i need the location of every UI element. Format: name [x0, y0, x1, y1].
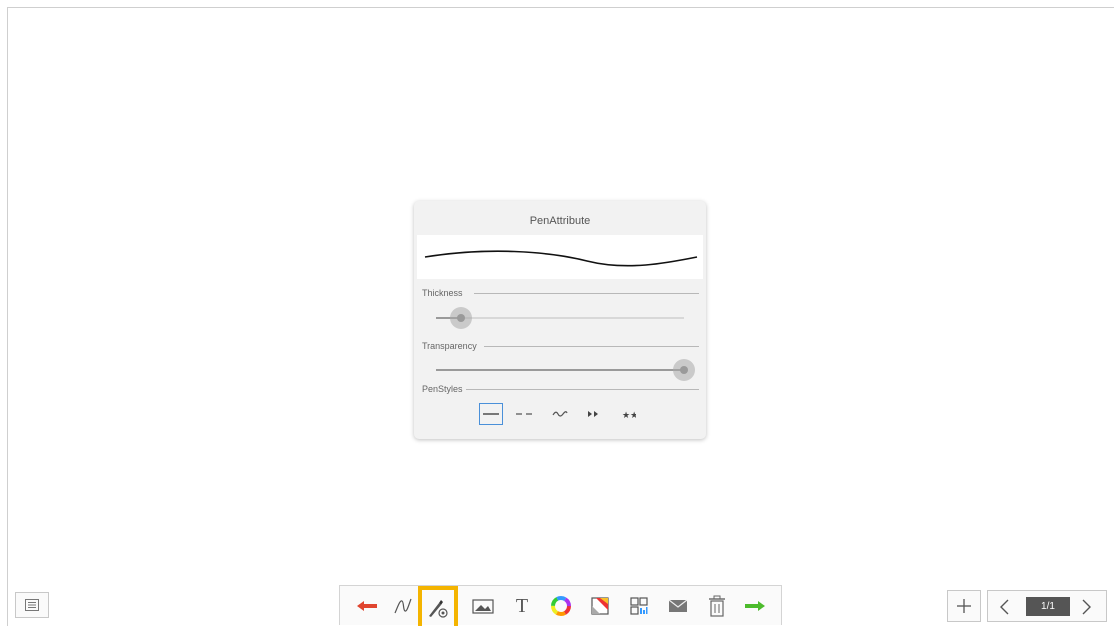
dialog-title: PenAttribute: [529, 215, 591, 227]
penstyles-label: PenStyles: [422, 384, 465, 394]
image-tool-button[interactable]: [468, 586, 498, 626]
dashed-line-icon: [516, 413, 534, 415]
pen-style-solid[interactable]: [479, 403, 503, 425]
bottom-toolbar: T: [339, 585, 782, 626]
transparency-slider[interactable]: [436, 359, 695, 381]
add-page-button[interactable]: [947, 590, 981, 622]
next-page-button[interactable]: [1078, 597, 1094, 617]
list-icon: [25, 599, 39, 611]
pen-style-star[interactable]: ★★: [617, 403, 641, 425]
undo-arrow-icon: [357, 601, 377, 611]
thickness-label: Thickness: [422, 288, 465, 298]
penstyles-divider: [466, 389, 699, 390]
qr-code-button[interactable]: [624, 586, 654, 626]
pen-style-dashed[interactable]: [513, 403, 537, 425]
menu-button[interactable]: [15, 592, 49, 618]
page-indicator: 1/1: [1026, 597, 1070, 616]
prev-page-button[interactable]: [997, 597, 1013, 617]
thickness-divider: [474, 293, 699, 294]
pen-settings-icon: [429, 600, 448, 618]
text-tool-button[interactable]: T: [507, 586, 537, 626]
chevron-right-icon: [1082, 599, 1091, 615]
undo-button[interactable]: [352, 586, 382, 626]
pen-style-wave[interactable]: [548, 403, 572, 425]
solid-line-icon: [483, 413, 499, 415]
color-tool-button[interactable]: [546, 586, 576, 626]
stroke-preview-line: [424, 250, 698, 267]
text-icon: T: [515, 594, 529, 617]
transparency-slider-fill: [436, 369, 684, 371]
thickness-slider[interactable]: [436, 307, 684, 329]
pen-style-arrow[interactable]: [582, 403, 606, 425]
pen-tool-button[interactable]: [388, 586, 418, 626]
stroke-preview: [417, 235, 703, 279]
wave-line-icon: [552, 411, 568, 417]
arrow-line-icon: [588, 411, 598, 417]
svg-text:★★: ★★: [622, 411, 636, 418]
mail-button[interactable]: [663, 586, 693, 626]
transparency-divider: [484, 346, 699, 347]
redo-arrow-icon: [745, 601, 765, 611]
plus-icon: [957, 599, 971, 613]
color-wheel-icon: [551, 596, 571, 616]
pen-attribute-dialog: PenAttribute Thickness Transparency PenS…: [414, 201, 706, 439]
qr-code-icon: [630, 597, 648, 615]
thickness-slider-knob[interactable]: [449, 307, 472, 329]
image-icon: [472, 599, 494, 614]
pen-icon: [394, 598, 412, 614]
mail-icon: [668, 599, 688, 612]
transparency-label: Transparency: [422, 341, 479, 351]
background-icon: [591, 597, 609, 615]
pen-settings-button[interactable]: [418, 586, 458, 626]
chevron-left-icon: [1000, 599, 1009, 615]
transparency-slider-knob[interactable]: [673, 359, 695, 381]
delete-button[interactable]: [702, 586, 732, 626]
trash-icon: [709, 595, 725, 617]
redo-button[interactable]: [740, 586, 770, 626]
background-tool-button[interactable]: [585, 586, 615, 626]
star-line-icon: ★★: [622, 411, 636, 418]
